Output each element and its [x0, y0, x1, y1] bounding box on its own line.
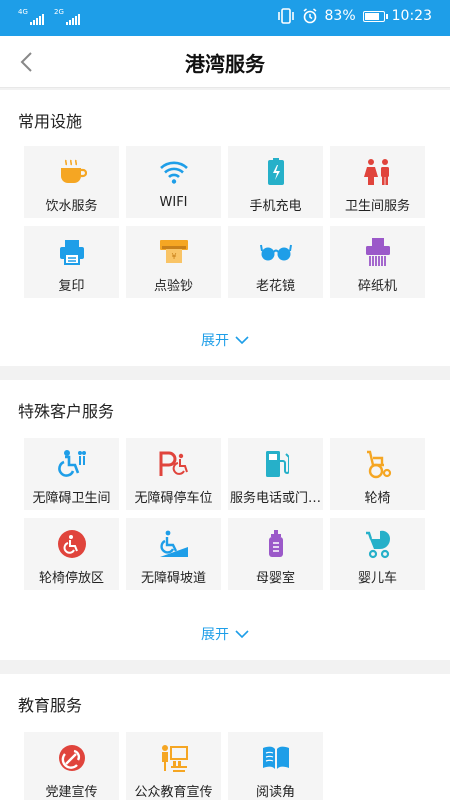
baby-bottle-icon: [268, 530, 283, 557]
wheelchair-parking-icon: [57, 530, 86, 558]
phone-charge-icon: [267, 158, 284, 185]
signal-icon-1: 4G: [18, 9, 44, 25]
status-right: 83% 10:23: [277, 8, 432, 24]
tile-label: 无障碍坡道: [140, 571, 206, 586]
vibrate-icon: [277, 8, 294, 24]
tile-label: 手机充电: [249, 199, 302, 214]
signal-group: 4G 2G: [18, 9, 80, 25]
svg-text:¥: ¥: [171, 252, 176, 261]
tile-accessible-parking[interactable]: 无障碍停车位: [126, 438, 221, 510]
accessible-restroom-icon: [57, 450, 86, 477]
tile-wheelchair[interactable]: 轮椅: [330, 438, 425, 510]
tile-label: 饮水服务: [45, 199, 98, 214]
wifi-icon: [159, 161, 188, 184]
tile-restroom[interactable]: 卫生间服务: [330, 146, 425, 218]
stroller-icon: [365, 530, 390, 559]
clock: 10:23: [391, 8, 432, 24]
tile-reading-corner[interactable]: 阅读角: [228, 732, 323, 800]
battery-percent: 83%: [324, 8, 356, 24]
education-grid: 党建宣传 公众教育宣传 阅读角: [24, 732, 426, 800]
tile-cash-check[interactable]: ¥ 点验钞: [126, 226, 221, 298]
tile-label: WIFI: [159, 195, 188, 210]
party-emblem-icon: [58, 745, 85, 771]
network-type-2: 2G: [54, 8, 64, 16]
expand-button[interactable]: 展开: [0, 624, 450, 644]
tile-label: 服务电话或门…: [230, 491, 322, 506]
accessible-parking-icon: [159, 451, 188, 476]
tile-copy[interactable]: 复印: [24, 226, 119, 298]
alarm-icon: [303, 8, 316, 24]
tile-label: 复印: [58, 279, 85, 294]
restroom-icon: [363, 159, 389, 185]
section-title: 特殊客户服务: [18, 402, 115, 421]
book-icon: [262, 746, 289, 769]
special-service-grid: 无障碍卫生间 无障碍停车位 服务电话或门… 轮椅 轮椅停放区 无障碍坡道 母婴室: [24, 438, 426, 590]
cup-icon: [60, 159, 87, 183]
tile-phone-charging[interactable]: 手机充电: [228, 146, 323, 218]
tile-ramp[interactable]: 无障碍坡道: [126, 518, 221, 590]
tile-drinking-water[interactable]: 饮水服务: [24, 146, 119, 218]
tile-label: 卫生间服务: [344, 199, 410, 214]
tile-party-building[interactable]: 党建宣传: [24, 732, 119, 800]
tile-shredder[interactable]: 碎纸机: [330, 226, 425, 298]
shredder-icon: [365, 238, 390, 266]
tile-accessible-restroom[interactable]: 无障碍卫生间: [24, 438, 119, 510]
public-education-icon: [161, 745, 188, 772]
wheelchair-icon: [366, 450, 391, 479]
network-type-1: 4G: [18, 8, 28, 16]
signal-icon-2: 2G: [54, 9, 80, 25]
facility-grid: 饮水服务 WIFI 手机充电 卫生间服务 复印 ¥ 点验钞 老花镜 碎纸机: [24, 146, 426, 298]
tile-label: 轮椅: [364, 491, 391, 506]
tile-label: 轮椅停放区: [38, 571, 104, 586]
tile-label: 无障碍卫生间: [32, 491, 111, 506]
tile-stroller[interactable]: 婴儿车: [330, 518, 425, 590]
printer-icon: [59, 240, 84, 265]
section-common-facilities: 常用设施 饮水服务 WIFI 手机充电 卫生间服务 复印 ¥ 点验钞 老花镜 碎…: [0, 90, 450, 366]
ramp-icon: [159, 530, 188, 557]
section-title: 教育服务: [18, 696, 83, 715]
tile-label: 党建宣传: [45, 785, 98, 800]
tile-mother-baby-room[interactable]: 母婴室: [228, 518, 323, 590]
nav-bar: 港湾服务: [0, 36, 450, 88]
section-title: 常用设施: [18, 112, 83, 131]
expand-label: 展开: [201, 627, 229, 643]
chevron-down-icon: [235, 630, 249, 638]
expand-label: 展开: [201, 333, 229, 349]
section-special-services: 特殊客户服务 无障碍卫生间 无障碍停车位 服务电话或门… 轮椅 轮椅停放区 无障…: [0, 380, 450, 660]
tile-service-phone[interactable]: 服务电话或门…: [228, 438, 323, 510]
service-phone-icon: [265, 451, 289, 477]
section-education-services: 教育服务 党建宣传 公众教育宣传 阅读角: [0, 674, 450, 800]
page-title: 港湾服务: [185, 52, 265, 76]
chevron-down-icon: [235, 336, 249, 344]
tile-label: 公众教育宣传: [134, 785, 213, 800]
glasses-icon: [259, 244, 292, 261]
tile-label: 点验钞: [153, 279, 193, 294]
battery-icon: [362, 10, 388, 22]
tile-reading-glasses[interactable]: 老花镜: [228, 226, 323, 298]
tile-wifi[interactable]: WIFI: [126, 146, 221, 218]
tile-label: 碎纸机: [357, 279, 397, 294]
tile-label: 婴儿车: [357, 571, 397, 586]
tile-wheelchair-parking[interactable]: 轮椅停放区: [24, 518, 119, 590]
expand-button[interactable]: 展开: [0, 330, 450, 350]
cash-counter-icon: ¥: [159, 240, 188, 263]
tile-label: 母婴室: [255, 571, 295, 586]
tile-label: 无障碍停车位: [134, 491, 213, 506]
status-bar: 4G 2G 83% 10:23: [0, 0, 450, 36]
tile-label: 老花镜: [255, 279, 295, 294]
tile-public-education[interactable]: 公众教育宣传: [126, 732, 221, 800]
tile-label: 阅读角: [255, 785, 295, 800]
